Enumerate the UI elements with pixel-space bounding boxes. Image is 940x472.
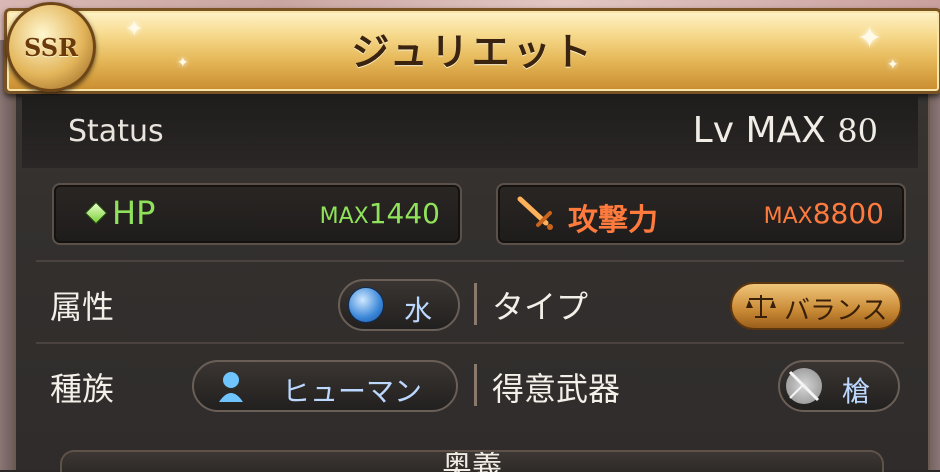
element-label: 属性 [50,288,115,326]
attack-max: MAX8800 [764,197,884,230]
level-display: Lv MAX 80 [693,110,878,151]
hp-max-prefix: MAX [319,204,369,229]
human-silhouette-icon [219,372,243,402]
sparkle-icon: ✦ [887,57,899,73]
hp-stat-box: HP MAX1440 [52,183,462,245]
element-pill[interactable]: 水 [338,279,460,331]
weapon-label: 得意武器 [492,370,621,408]
status-label: Status [68,114,164,149]
type-value: バランス [784,296,888,326]
sparkle-icon: ✦ [125,17,144,42]
race-value: ヒューマン [282,375,423,408]
level-value: 80 [837,112,878,150]
type-pill[interactable]: バランス [730,282,902,330]
type-label: タイプ [492,288,589,326]
divider [36,342,904,344]
sparkle-icon: ✦ [177,55,189,71]
sparkle-icon: ✦ [857,21,883,56]
ougi-title: 奥義 [442,452,502,472]
ssr-badge-icon: SSR [6,2,96,92]
sword-icon [517,196,553,230]
separator [474,364,477,406]
separator [474,283,477,325]
level-prefix: Lv MAX [692,110,826,151]
water-drop-icon [348,287,384,323]
status-header: Status Lv MAX 80 [22,96,918,168]
spear-icon [786,368,822,404]
attack-stat-box: 攻撃力 MAX8800 [496,183,906,245]
weapon-pill[interactable]: 槍 [778,360,900,412]
name-banner: ジュリエット ✦ ✦ ✦ ✦ [4,8,940,94]
element-value: 水 [404,294,433,327]
race-label: 種族 [50,370,115,408]
divider [36,260,904,262]
rarity-label: SSR [23,32,79,62]
ougi-section-header[interactable]: 奥義 [60,450,884,472]
race-pill[interactable]: ヒューマン [192,360,458,412]
attack-max-prefix: MAX [763,204,813,229]
balance-scale-icon [746,295,776,318]
character-name: ジュリエット [351,30,595,74]
attack-max-value: 8800 [812,197,884,230]
hp-max-value: 1440 [368,197,440,230]
hp-label: HP [112,194,156,232]
attack-label: 攻撃力 [568,203,658,238]
hp-max: MAX1440 [320,197,440,230]
weapon-value: 槍 [842,375,871,408]
diamond-icon [84,201,108,225]
